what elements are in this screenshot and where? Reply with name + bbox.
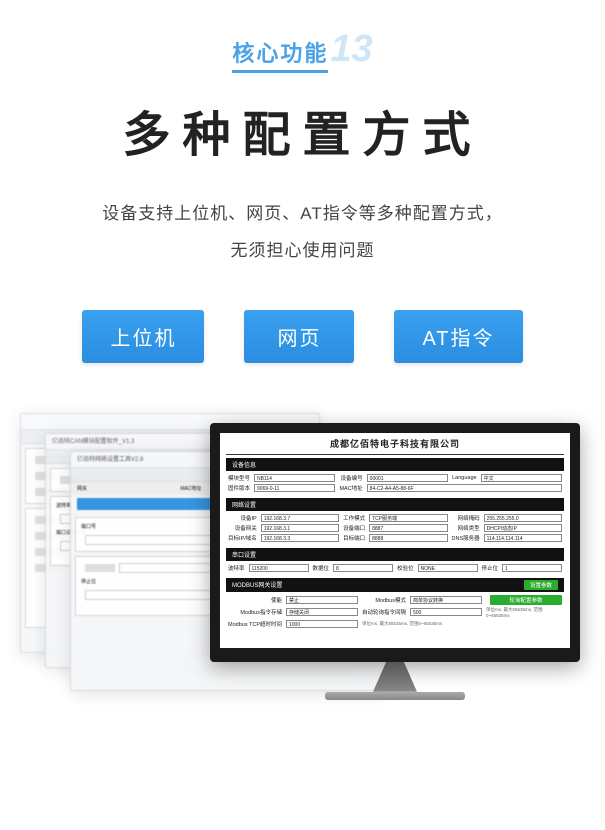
config-page-company: 成都亿佰特电子科技有限公司	[220, 433, 570, 452]
method-button-host: 上位机	[82, 310, 204, 363]
set-param-button[interactable]: 设置参数	[524, 580, 558, 590]
monitor-base	[325, 692, 465, 700]
subtitle-line-1: 设备支持上位机、网页、AT指令等多种配置方式，	[0, 195, 605, 232]
illustration-stage: 亿佰特CAN模块配置软件_V1.3 波特率 端口设置设置 亿佰特网络设置工具V2…	[0, 413, 605, 793]
section-tag-number: 13	[330, 30, 372, 68]
method-buttons-row: 上位机 网页 AT指令	[0, 310, 605, 363]
monitor-screen: 成都亿佰特电子科技有限公司 设备信息 模块型号NB114 设备编号00001 L…	[220, 433, 570, 648]
section-serial: 串口设置	[226, 548, 564, 561]
section-network: 网络设置	[226, 498, 564, 511]
page-subtitle: 设备支持上位机、网页、AT指令等多种配置方式， 无须担心使用问题	[0, 195, 605, 270]
monitor-frame: 成都亿佰特电子科技有限公司 设备信息 模块型号NB114 设备编号00001 L…	[210, 423, 580, 662]
monitor-stand	[373, 662, 417, 692]
method-button-at: AT指令	[394, 310, 522, 363]
section-tag-text: 核心功能	[232, 36, 328, 73]
subtitle-line-2: 无须担心使用问题	[0, 232, 605, 269]
monitor-illustration: 成都亿佰特电子科技有限公司 设备信息 模块型号NB114 设备编号00001 L…	[210, 423, 580, 700]
poll-config-button[interactable]: 轮询配置参数	[490, 595, 562, 605]
page-title: 多种配置方式	[0, 95, 605, 165]
section-modbus: MODBUS网关设置 设置参数	[226, 578, 564, 592]
section-tag: 核心功能 13	[0, 30, 605, 73]
method-button-web: 网页	[244, 310, 354, 363]
section-device-info: 设备信息	[226, 458, 564, 471]
